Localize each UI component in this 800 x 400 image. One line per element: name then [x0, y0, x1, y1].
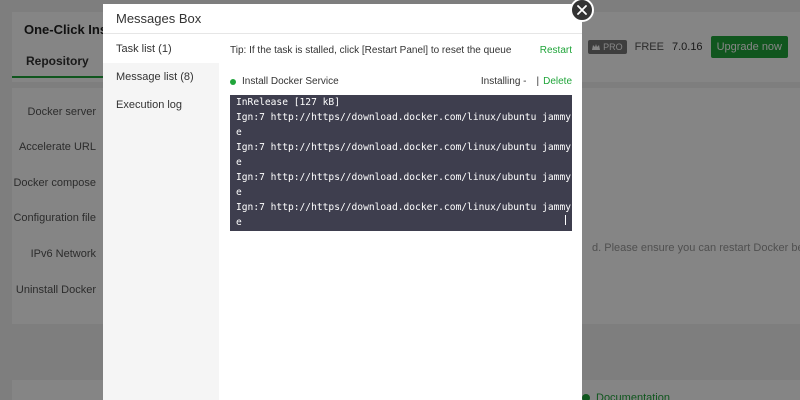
task-name: Install Docker Service: [242, 76, 339, 87]
tip-row: Tip: If the task is stalled, click [Rest…: [230, 45, 572, 56]
log-line: e: [236, 127, 242, 138]
dialog-title: Messages Box: [103, 4, 582, 34]
log-line: e: [236, 217, 242, 228]
log-output[interactable]: InRelease [127 kB] Ign:7 http://https//d…: [230, 95, 572, 231]
task-separator: |: [536, 76, 540, 87]
delete-task-link[interactable]: Delete: [543, 76, 572, 87]
messages-box-dialog: Messages Box Task list (1) Message list …: [103, 0, 594, 400]
task-status: Installing -: [480, 76, 527, 87]
log-line: Ign:7 http://https//download.docker.com/…: [236, 142, 572, 153]
log-line: InRelease [127 kB]: [236, 97, 340, 108]
sidebar-item-message-list[interactable]: Message list (8): [103, 63, 219, 91]
tip-text: Tip: If the task is stalled, click [Rest…: [230, 45, 512, 56]
log-line: Ign:7 http://https//download.docker.com/…: [236, 202, 572, 213]
log-line: e: [236, 187, 242, 198]
log-line: Ign:7 http://https//download.docker.com/…: [236, 112, 572, 123]
log-line: Ign:7 http://https//download.docker.com/…: [236, 172, 572, 183]
restart-link[interactable]: Restart: [540, 45, 572, 56]
sidebar-item-task-list[interactable]: Task list (1): [103, 35, 219, 63]
running-status-icon: [230, 78, 236, 85]
close-icon: [577, 5, 587, 15]
log-line: e: [236, 157, 242, 168]
task-panel: Tip: If the task is stalled, click [Rest…: [219, 35, 582, 400]
task-row: Install Docker Service Installing - | De…: [230, 76, 572, 87]
dialog-sidebar: Task list (1) Message list (8) Execution…: [103, 35, 219, 400]
sidebar-item-execution-log[interactable]: Execution log: [103, 91, 219, 119]
log-cursor: [565, 215, 566, 225]
